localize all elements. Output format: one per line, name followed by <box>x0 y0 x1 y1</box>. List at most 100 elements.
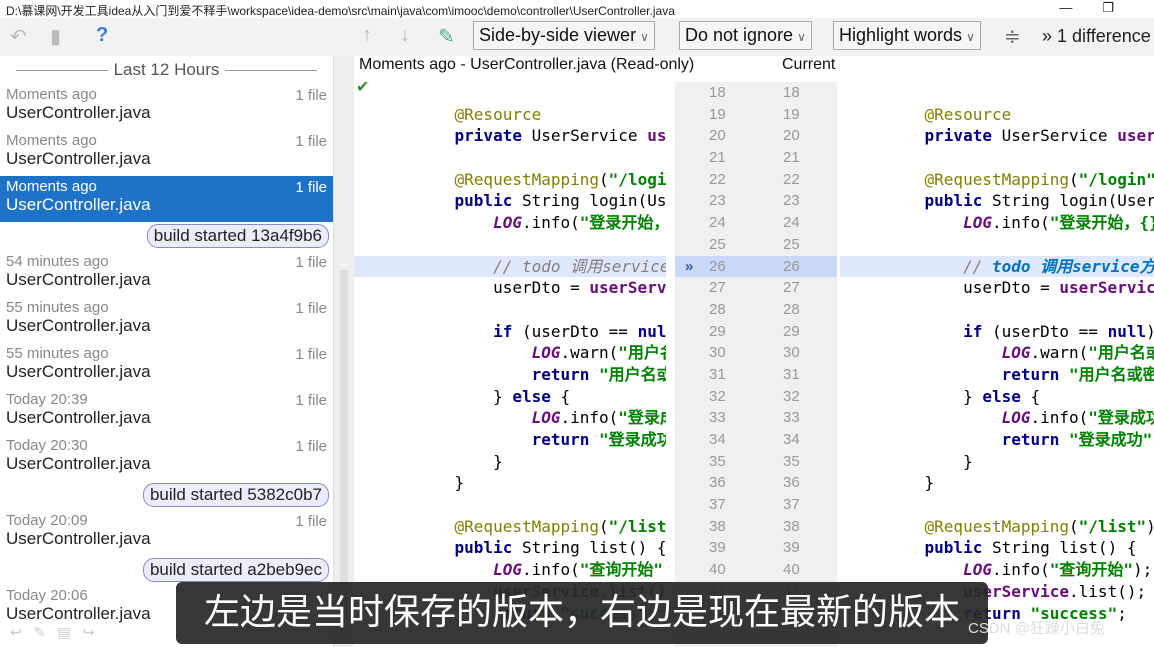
bottom-toolbar-icons[interactable]: ↩✎▤↪ <box>10 624 106 641</box>
viewer-select[interactable]: Side-by-side viewer ∨ <box>473 21 655 50</box>
next-diff-icon[interactable]: ↓ <box>400 24 410 47</box>
apply-change-icon[interactable]: » <box>685 256 693 278</box>
code-token: ( <box>599 516 609 536</box>
code-token: } <box>416 473 465 493</box>
code-token: LOG <box>493 213 522 233</box>
code-token: @RequestMapping <box>924 516 1070 536</box>
history-item[interactable]: 55 minutes ago 1 file UserController.java <box>0 297 333 343</box>
history-item[interactable]: 55 minutes ago 1 file UserController.java <box>0 343 333 389</box>
left-line-number: 34 <box>709 431 726 448</box>
build-tag-row: build started 5382c0b7 <box>0 481 333 510</box>
code-token: private <box>454 126 532 146</box>
code-token: "/list" <box>1078 516 1147 536</box>
code-token: String login(UserDto userDto) { <box>991 191 1154 211</box>
right-line-number: 35 <box>783 452 800 470</box>
code-line: private UserService userService; <box>840 125 1154 147</box>
edit-source-icon[interactable]: ✎ <box>438 24 455 49</box>
history-file: UserController.java <box>6 149 151 168</box>
help-icon[interactable]: ? <box>96 24 108 47</box>
code-token: public <box>454 191 522 211</box>
code-line: if (userDto == null) { <box>354 321 666 343</box>
gutter-row: 40 40 <box>675 559 837 581</box>
code-token: .info( <box>521 213 580 233</box>
gutter-row: » 26 26 <box>675 255 837 278</box>
history-file: UserController.java <box>6 408 151 427</box>
code-line: } <box>840 451 1154 473</box>
code-token: .warn( <box>1030 343 1089 363</box>
code-token: if <box>963 321 992 341</box>
right-line-number: 37 <box>783 496 800 514</box>
right-line-number: 20 <box>783 127 800 145</box>
left-code-pane[interactable]: @Resource private UserService userServic… <box>354 82 666 624</box>
gutter-row: 27 27 <box>675 277 837 299</box>
code-line: } <box>354 472 666 494</box>
right-line-number: 28 <box>783 300 800 318</box>
history-item[interactable]: 54 minutes ago 1 file UserController.java <box>0 251 333 297</box>
collapse-unchanged-icon[interactable]: ≑ <box>1004 24 1021 49</box>
history-file: UserController.java <box>6 529 151 548</box>
gutter-row: 28 28 <box>675 299 837 321</box>
code-token: if <box>493 321 522 341</box>
revert-icon[interactable]: ↶ <box>10 24 27 49</box>
code-token: .info( <box>521 560 580 580</box>
code-token: LOG <box>1001 408 1031 428</box>
history-item[interactable]: Moments ago 1 file UserController.java <box>0 84 333 130</box>
gutter-row: 20 20 <box>675 125 837 147</box>
code-token: String login(UserDto userDto) { <box>521 191 666 211</box>
code-token: LOG <box>531 343 561 363</box>
code-line: LOG.warn("用户名或密码错误"); <box>354 342 666 364</box>
history-item[interactable]: Moments ago 1 file UserController.java <box>0 176 333 222</box>
build-tag[interactable]: build started 13a4f9b6 <box>146 224 329 248</box>
window-controls[interactable]: —❐ <box>1059 0 1144 16</box>
history-item[interactable]: Today 20:39 1 file UserController.java <box>0 389 333 435</box>
history-item[interactable]: Today 20:09 1 file UserController.java <box>0 510 333 556</box>
build-tag[interactable]: build started 5382c0b7 <box>142 483 329 507</box>
gutter-row: 39 39 <box>675 537 837 559</box>
gutter-row: 38 38 <box>675 516 837 538</box>
right-code-pane[interactable]: @Resource private UserService userServic… <box>840 82 1154 624</box>
file-count: 1 file <box>295 438 327 455</box>
left-line-number: 38 <box>709 517 726 535</box>
code-token: "用户名或密码错误" <box>1069 364 1154 384</box>
code-token: String list() { <box>521 538 666 558</box>
line-number-gutter: 18 18 19 19 20 20 21 21 22 22 23 23 24 24 25 25» 26 26 27 2… <box>675 82 837 647</box>
left-line-number: 31 <box>709 365 726 383</box>
left-line-number: 18 <box>709 84 726 101</box>
build-tag[interactable]: build started a2beb9ec <box>142 558 329 582</box>
history-item[interactable]: Moments ago 1 file UserController.java <box>0 130 333 176</box>
prev-diff-icon[interactable]: ↑ <box>362 24 372 47</box>
code-line: public String login(UserDto userDto) { <box>354 190 666 212</box>
patch-icon[interactable]: ▮ <box>50 24 61 49</box>
history-item[interactable]: Today 20:30 1 file UserController.java <box>0 435 333 481</box>
code-line: } <box>840 472 1154 494</box>
code-line: public String list() { <box>840 537 1154 559</box>
right-line-number: 29 <box>783 322 800 340</box>
highlight-select[interactable]: Highlight words ∨ <box>833 21 981 50</box>
gutter-row: 31 31 <box>675 364 837 386</box>
code-token: "登录成功" <box>599 430 666 449</box>
local-history-list: Last 12 Hours Moments ago 1 file UserContr… <box>0 56 334 647</box>
file-count: 1 file <box>295 300 327 317</box>
code-line: public String list() { <box>354 537 666 559</box>
code-token: @RequestMapping <box>924 169 1070 189</box>
left-line-number: 40 <box>709 561 726 579</box>
left-line-number: 36 <box>709 474 726 492</box>
history-time: 55 minutes ago <box>6 299 109 316</box>
right-line-number: 31 <box>783 365 800 383</box>
code-token: "登录开始，{}" <box>579 213 666 233</box>
code-token: .info( <box>1030 408 1089 428</box>
code-line: LOG.info("查询开始"); <box>840 559 1154 581</box>
code-token: } <box>886 451 973 471</box>
code-line: LOG.info("查询开始"); <box>354 559 666 581</box>
code-token: ( <box>1069 169 1079 189</box>
ignore-select[interactable]: Do not ignore ∨ <box>679 21 812 50</box>
video-subtitle: 左边是当时保存的版本，右边是现在最新的版本 <box>176 582 988 644</box>
code-token: "用户名或密码错误" <box>618 343 666 363</box>
build-tag-row: build started a2beb9ec <box>0 556 333 585</box>
